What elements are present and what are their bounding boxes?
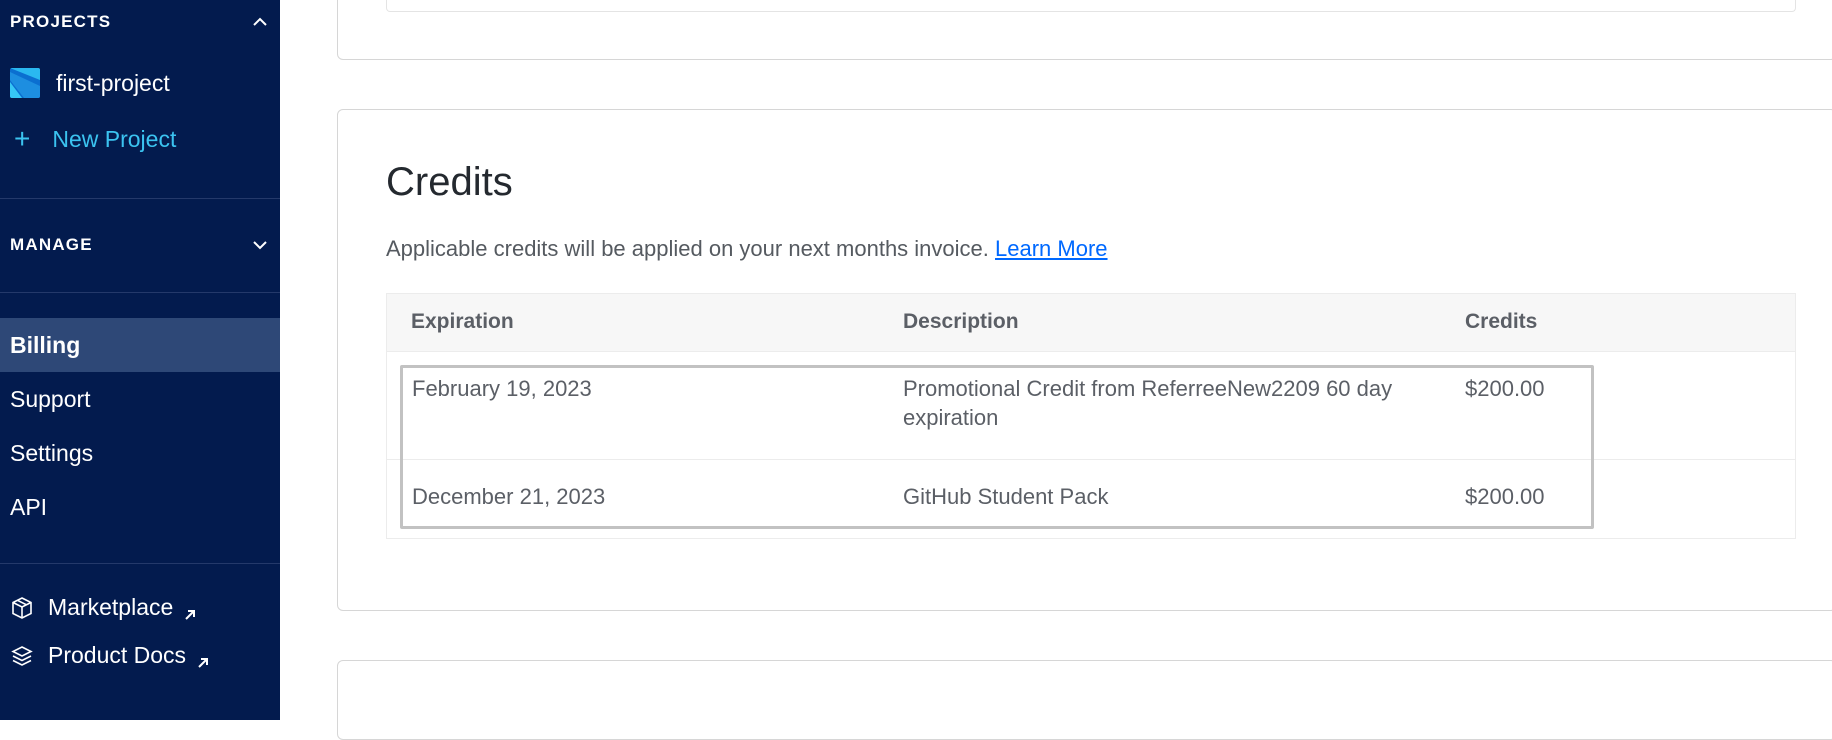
credits-description-text: Applicable credits will be applied on yo…: [386, 236, 989, 261]
plus-icon: +: [14, 123, 31, 154]
credits-title: Credits: [386, 160, 513, 204]
project-logo-icon: [10, 68, 40, 98]
table-row: February 19, 2023 Promotional Credit fro…: [387, 352, 1795, 460]
chevron-up-icon[interactable]: [250, 12, 270, 32]
credits-description: Applicable credits will be applied on yo…: [386, 236, 1108, 262]
cell-expiration: December 21, 2023: [412, 484, 606, 509]
cell-description: GitHub Student Pack: [903, 484, 1109, 509]
manage-section-header[interactable]: MANAGE: [10, 235, 270, 255]
marketplace-label: Marketplace: [48, 594, 174, 620]
sidebar-link-marketplace[interactable]: Marketplace: [10, 594, 197, 621]
sidebar-item-support[interactable]: Support: [0, 372, 280, 426]
sidebar-link-product-docs[interactable]: Product Docs: [10, 642, 210, 669]
projects-heading: PROJECTS: [10, 12, 112, 31]
table-row: December 21, 2023 GitHub Student Pack $2…: [387, 460, 1795, 538]
chevron-down-icon[interactable]: [250, 235, 270, 255]
learn-more-link[interactable]: Learn More: [995, 236, 1108, 261]
product-docs-label: Product Docs: [48, 642, 187, 668]
sidebar-divider: [0, 198, 280, 199]
sidebar-item-api[interactable]: API: [0, 480, 280, 534]
project-name: first-project: [56, 69, 170, 96]
cell-credits: $200.00: [1465, 484, 1545, 509]
main-content: Credits Applicable credits will be appli…: [280, 0, 1832, 740]
sidebar-item-label: Settings: [10, 439, 94, 466]
sidebar-item-settings[interactable]: Settings: [0, 426, 280, 480]
credits-card: Credits Applicable credits will be appli…: [337, 109, 1832, 611]
column-header-description: Description: [903, 310, 1019, 333]
table-header: Expiration Description Credits: [387, 294, 1795, 352]
external-link-icon: [183, 601, 197, 620]
cell-description: Promotional Credit from ReferreeNew2209 …: [903, 376, 1393, 430]
column-header-credits: Credits: [1465, 310, 1538, 333]
new-project-label: New Project: [52, 125, 177, 152]
column-header-expiration: Expiration: [411, 310, 514, 333]
product-docs-icon: [10, 644, 34, 668]
sidebar: PROJECTS first-project + New Project MAN…: [0, 0, 280, 720]
sidebar-divider: [0, 563, 280, 564]
manage-heading: MANAGE: [10, 235, 93, 254]
sidebar-item-label: Billing: [10, 331, 81, 358]
sidebar-item-label: Support: [10, 385, 91, 412]
sidebar-divider: [0, 292, 280, 293]
external-link-icon: [196, 649, 210, 668]
previous-card-inner: [386, 0, 1796, 12]
cell-expiration: February 19, 2023: [412, 376, 592, 401]
next-card: [337, 660, 1832, 740]
project-item-first-project[interactable]: first-project: [10, 68, 170, 98]
marketplace-icon: [10, 596, 34, 620]
sidebar-item-billing[interactable]: Billing: [0, 318, 280, 372]
cell-credits: $200.00: [1465, 376, 1545, 401]
previous-card: [337, 0, 1832, 60]
sidebar-item-label: API: [10, 493, 48, 520]
projects-section-header[interactable]: PROJECTS: [10, 12, 270, 32]
new-project-button[interactable]: + New Project: [14, 125, 176, 153]
credits-table: Expiration Description Credits February …: [386, 293, 1796, 539]
